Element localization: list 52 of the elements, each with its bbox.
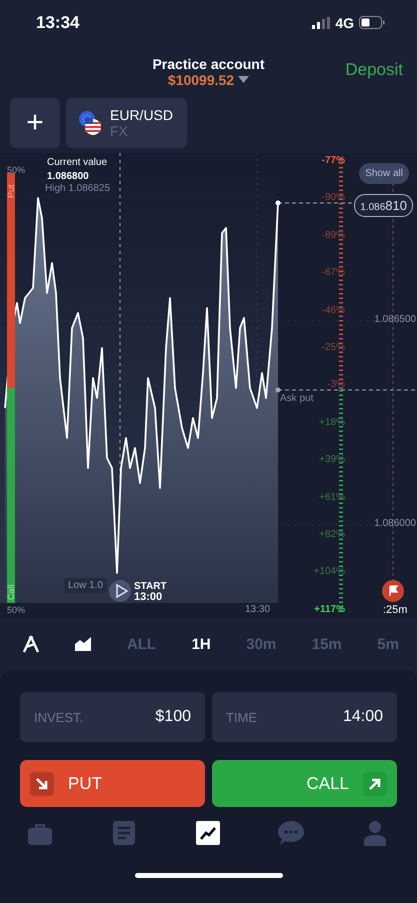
deposit-link[interactable]: Deposit bbox=[345, 60, 403, 80]
put-label: Put bbox=[6, 184, 16, 198]
arrow-down-right-icon bbox=[30, 772, 54, 796]
account-balance[interactable]: $10099.52 bbox=[168, 72, 234, 88]
account-name: Practice account bbox=[152, 56, 265, 72]
area-chart-icon[interactable] bbox=[75, 637, 92, 651]
put-percent: 50% bbox=[7, 165, 26, 175]
time-field[interactable]: TIME 14:00 bbox=[212, 692, 397, 742]
payout-percent: -77% bbox=[322, 155, 345, 166]
invest-field[interactable]: INVEST. $100 bbox=[20, 692, 205, 742]
put-button[interactable]: PUT bbox=[20, 760, 205, 807]
payout-percent: -25% bbox=[322, 342, 345, 354]
payout-percent: +117% bbox=[314, 604, 345, 615]
payout-percent: -3% bbox=[327, 379, 345, 390]
payout-percent: +61% bbox=[319, 492, 345, 503]
price-axis-label: 1.086000 bbox=[374, 518, 416, 529]
payout-percent: +18% bbox=[319, 416, 345, 428]
expiry-countdown: :25m bbox=[383, 604, 408, 616]
start-label: START bbox=[134, 581, 167, 592]
payout-percent: -90% bbox=[322, 192, 345, 204]
payout-percent: -89% bbox=[322, 230, 345, 241]
add-asset-button[interactable]: + bbox=[10, 98, 60, 148]
network-type: 4G bbox=[335, 14, 354, 30]
timeframe-tab[interactable]: 1H bbox=[192, 636, 211, 652]
low-value: Low 1.0 bbox=[64, 578, 108, 593]
show-all-button[interactable]: Show all bbox=[359, 163, 409, 184]
payout-percent: +104% bbox=[314, 566, 345, 578]
ask-put-label: Ask put bbox=[280, 393, 314, 404]
play-icon bbox=[116, 584, 128, 598]
current-value-label: Current value bbox=[47, 157, 108, 168]
caret-icon[interactable] bbox=[238, 76, 250, 83]
finish-flag-icon[interactable] bbox=[382, 580, 404, 602]
payout-percent: +82% bbox=[319, 529, 345, 540]
battery-icon bbox=[359, 16, 385, 29]
start-time: 13:00 bbox=[134, 591, 162, 603]
flag-icon bbox=[78, 110, 102, 136]
call-label: Call bbox=[6, 584, 16, 600]
asset-tab[interactable]: EUR/USD FX bbox=[66, 98, 188, 148]
call-button[interactable]: CALL bbox=[212, 760, 397, 807]
drawing-tool-icon[interactable] bbox=[22, 635, 40, 653]
arrow-up-right-icon bbox=[363, 772, 387, 796]
time-axis-label: 13:30 bbox=[245, 604, 270, 615]
payout-percent: -67% bbox=[322, 267, 345, 278]
high-value: High 1.086825 bbox=[45, 183, 110, 194]
payout-percent: +39% bbox=[319, 454, 345, 466]
price-badge: 1.086810 bbox=[354, 194, 413, 217]
signal-icon bbox=[312, 16, 330, 28]
price-axis-label: 1.086500 bbox=[374, 314, 416, 325]
payout-percent: -46% bbox=[322, 304, 345, 316]
call-percent: 50% bbox=[7, 605, 26, 615]
current-value: 1.086800 bbox=[47, 171, 89, 182]
status-time: 13:34 bbox=[36, 12, 80, 32]
